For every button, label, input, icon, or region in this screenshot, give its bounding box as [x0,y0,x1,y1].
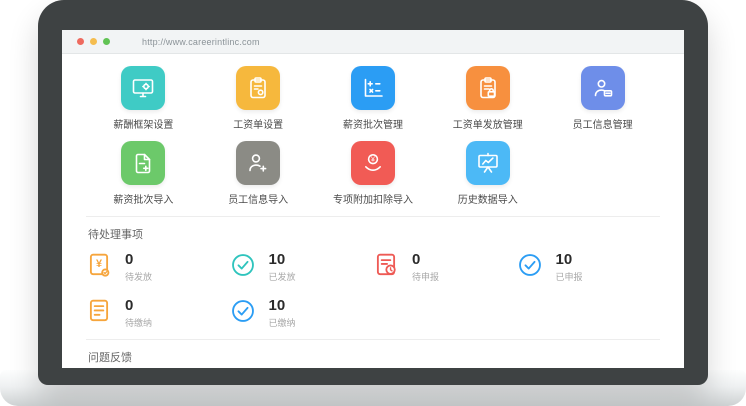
feedback-section-title: 问题反馈 [88,349,660,365]
doc-plus-icon [121,141,165,185]
laptop-screen: http://www.careerintlinc.com 薪酬框架设置 [62,30,684,368]
address-bar[interactable]: http://www.careerintlinc.com [142,37,260,47]
app-label: 薪资批次导入 [113,191,173,206]
stat-label: 待发放 [125,270,152,283]
stat-count: 0 [125,298,152,314]
stat-label: 待申报 [412,270,439,283]
stat-count: 10 [269,252,296,268]
check-circle-icon [230,298,256,324]
chart-calc-icon [351,66,395,110]
stat-count: 0 [125,252,152,268]
app-label: 薪酬框架设置 [113,116,173,131]
board-chart-icon [466,141,510,185]
doc-lines-icon [86,298,112,324]
svg-text:¥: ¥ [371,157,375,164]
app-grid: 薪酬框架设置 工资单设置 [86,60,660,206]
app-label: 专项附加扣除导入 [333,191,413,206]
app-employee-info-import[interactable]: 员工信息导入 [201,135,316,206]
stat-paid[interactable]: 10 已缴纳 [230,298,374,329]
close-window-icon[interactable] [77,38,84,45]
app-salary-batch-management[interactable]: 薪资批次管理 [316,60,431,131]
doc-yen-icon: ¥ [86,252,112,278]
app-label: 员工信息导入 [228,191,288,206]
pending-section-title: 待处理事项 [88,226,660,242]
app-employee-info-management[interactable]: 员工信息管理 [545,60,660,131]
clipboard-lock-icon [466,66,510,110]
app-payslip-settings[interactable]: 工资单设置 [201,60,316,131]
app-payslip-distribution-management[interactable]: 工资单发放管理 [430,60,545,131]
app-label: 薪资批次管理 [343,116,403,131]
app-salary-batch-import[interactable]: 薪资批次导入 [86,135,201,206]
feedback-section: 问题反馈 5 薪资发放待补充信息 [86,339,660,369]
stat-label: 已申报 [556,270,583,283]
stat-count: 10 [556,252,583,268]
stat-label: 已缴纳 [269,316,296,329]
stat-count: 10 [269,298,296,314]
dashboard-content: 薪酬框架设置 工资单设置 [62,54,684,368]
stat-pending-declare[interactable]: 0 待申报 [373,252,517,283]
app-salary-framework-settings[interactable]: 薪酬框架设置 [86,60,201,131]
app-special-deduction-import[interactable]: ¥ 专项附加扣除导入 [316,135,431,206]
stat-pending-payment[interactable]: 0 待缴纳 [86,298,230,329]
person-card-icon [581,66,625,110]
app-label: 工资单设置 [233,116,283,131]
svg-text:¥: ¥ [96,258,102,270]
stat-pending-issue[interactable]: ¥ 0 待发放 [86,252,230,283]
check-circle-icon [517,252,543,278]
maximize-window-icon[interactable] [103,38,110,45]
check-circle-icon [230,252,256,278]
stat-count: 0 [412,252,439,268]
stat-label: 已发放 [269,270,296,283]
stat-declared[interactable]: 10 已申报 [517,252,661,283]
hand-coin-icon: ¥ [351,141,395,185]
app-label: 工资单发放管理 [453,116,523,131]
clipboard-gear-icon [236,66,280,110]
minimize-window-icon[interactable] [90,38,97,45]
app-label: 员工信息管理 [573,116,633,131]
app-label: 历史数据导入 [458,191,518,206]
app-history-data-import[interactable]: 历史数据导入 [430,135,545,206]
doc-clock-icon [373,252,399,278]
person-plus-icon [236,141,280,185]
laptop-mockup: http://www.careerintlinc.com 薪酬框架设置 [0,0,746,406]
pending-section: 待处理事项 ¥ 0 待发放 [86,216,660,329]
pending-stat-grid: ¥ 0 待发放 [86,252,660,329]
stat-issued[interactable]: 10 已发放 [230,252,374,283]
monitor-gear-icon [121,66,165,110]
browser-bar: http://www.careerintlinc.com [62,30,684,54]
stat-label: 待缴纳 [125,316,152,329]
